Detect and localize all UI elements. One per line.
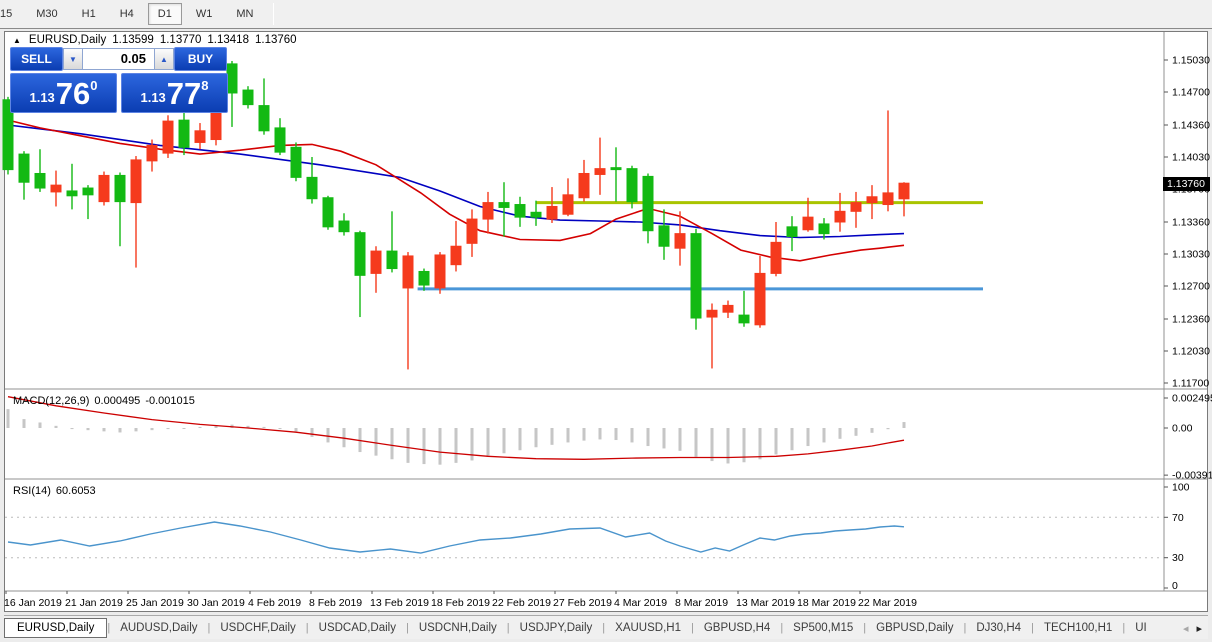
tab-scroll-buttons: ◂ ▸: [1179, 616, 1206, 639]
timeframe-button-w1[interactable]: W1: [186, 3, 223, 25]
toolbar-separator: [273, 3, 274, 25]
chart-tab-eurusd-daily[interactable]: EURUSD,Daily: [4, 618, 107, 638]
chart-tab-dj30-h4[interactable]: DJ30,H4: [966, 619, 1031, 637]
chart-title-arrow-icon[interactable]: ▲: [13, 36, 21, 45]
chart-tab-sp500-m15[interactable]: SP500,M15: [783, 619, 863, 637]
ohlc-close: 1.13760: [255, 34, 297, 46]
volume-decrease-button[interactable]: ▼: [63, 48, 83, 70]
chart-title: ▲ EURUSD,Daily 1.13599 1.13770 1.13418 1…: [13, 34, 297, 46]
sell-price-pip: 0: [90, 78, 97, 93]
macd-name: MACD(12,26,9): [13, 395, 89, 407]
buy-price-pip: 8: [201, 78, 208, 93]
chart-tab-usdcad-daily[interactable]: USDCAD,Daily: [309, 619, 406, 637]
rsi-indicator-label: RSI(14) 60.6053: [13, 485, 96, 497]
sell-price-main: 76: [56, 80, 90, 108]
timeframe-button-h1[interactable]: H1: [72, 3, 106, 25]
buy-price-main: 77: [167, 80, 201, 108]
chart-tab-ui[interactable]: UI: [1125, 619, 1157, 637]
up-arrow-icon: ▲: [160, 55, 168, 64]
sell-price-box[interactable]: 1.13 76 0: [10, 73, 117, 113]
chart-tab-gbpusd-daily[interactable]: GBPUSD,Daily: [866, 619, 963, 637]
ohlc-open: 1.13599: [112, 34, 154, 46]
timeframe-button-mn[interactable]: MN: [226, 3, 263, 25]
macd-signal-value: -0.001015: [145, 395, 195, 407]
current-price-marker: 1.13760: [1163, 177, 1210, 191]
macd-indicator-label: MACD(12,26,9) 0.000495 -0.001015: [13, 395, 195, 407]
ohlc-low: 1.13418: [207, 34, 249, 46]
chart-tab-tech100-h1[interactable]: TECH100,H1: [1034, 619, 1122, 637]
tab-scroll-left-button[interactable]: ◂: [1183, 622, 1189, 635]
buy-button[interactable]: BUY: [174, 47, 227, 71]
sell-price-prefix: 1.13: [29, 90, 54, 105]
tab-scroll-right-button[interactable]: ▸: [1196, 622, 1202, 635]
chart-tab-usdchf-daily[interactable]: USDCHF,Daily: [210, 619, 305, 637]
timeframe-button-d1[interactable]: D1: [148, 3, 182, 25]
timeframe-button-15[interactable]: 15: [0, 3, 22, 25]
volume-input[interactable]: 0.05: [83, 48, 154, 70]
chart-tab-usdjpy-daily[interactable]: USDJPY,Daily: [510, 619, 603, 637]
mt4-terminal: { "toolbar": { "timeframes": ["15","M30"…: [0, 0, 1212, 642]
sell-button[interactable]: SELL: [10, 47, 63, 71]
macd-main-value: 0.000495: [94, 395, 140, 407]
chart-tab-audusd-daily[interactable]: AUDUSD,Daily: [110, 619, 207, 637]
buy-price-prefix: 1.13: [140, 90, 165, 105]
ohlc-high: 1.13770: [160, 34, 202, 46]
chart-tab-bar: EURUSD,Daily|AUDUSD,Daily|USDCHF,Daily|U…: [4, 615, 1208, 639]
timeframe-toolbar: 15M30H1H4D1W1MN: [0, 0, 1212, 29]
timeframe-button-h4[interactable]: H4: [110, 3, 144, 25]
volume-increase-button[interactable]: ▲: [154, 48, 174, 70]
chart-tab-xauusd-h1[interactable]: XAUUSD,H1: [605, 619, 691, 637]
one-click-trading-panel: SELL ▼ 0.05 ▲ BUY 1.13 76 0 1.13 77 8: [10, 47, 229, 113]
chart-tab-usdcnh-daily[interactable]: USDCNH,Daily: [409, 619, 507, 637]
rsi-value: 60.6053: [56, 485, 96, 497]
buy-price-box[interactable]: 1.13 77 8: [121, 73, 228, 113]
timeframe-button-m30[interactable]: M30: [26, 3, 67, 25]
rsi-name: RSI(14): [13, 485, 51, 497]
chart-symbol-label: EURUSD,Daily: [29, 34, 106, 46]
chart-window[interactable]: [4, 31, 1208, 612]
chart-tab-gbpusd-h4[interactable]: GBPUSD,H4: [694, 619, 780, 637]
down-arrow-icon: ▼: [69, 55, 77, 64]
